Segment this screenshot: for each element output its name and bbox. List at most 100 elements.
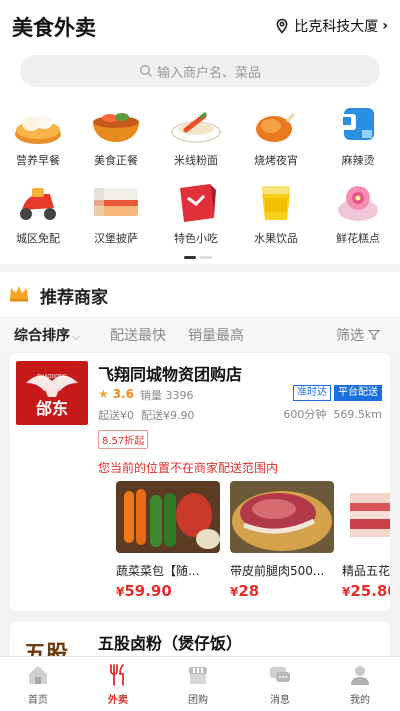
sort-fastest-delivery[interactable]: 配送最快 xyxy=(110,325,166,345)
category-label: 营养早餐 xyxy=(16,154,60,167)
recommend-title: 推荐商家 xyxy=(40,288,108,308)
crown-icon xyxy=(10,286,28,302)
shop-sales: 销量 3396 xyxy=(140,389,194,402)
category-label: 烧烤夜宵 xyxy=(254,154,298,167)
page-dot-active xyxy=(184,256,196,259)
store-icon xyxy=(189,667,207,684)
breakfast-icon xyxy=(15,115,61,144)
star-icon: ★ xyxy=(98,387,109,401)
sort-top-sales[interactable]: 销量最高 xyxy=(188,325,244,345)
utensils-icon xyxy=(110,664,124,686)
sort-label: 综合排序 xyxy=(14,328,70,344)
location-label: 比克科技大厦 xyxy=(294,19,379,35)
discount-badge: 8.57折起 xyxy=(98,430,149,449)
shop-badges: 准时达 平台配送 xyxy=(293,385,382,401)
product-image xyxy=(230,481,334,553)
gift-snack-icon xyxy=(180,184,216,222)
tab-group-buy[interactable]: 团购 xyxy=(168,663,228,706)
shop-delivery-time-distance: 600分钟 569.5km xyxy=(283,408,382,421)
category-drinks[interactable]: 水果饮品 xyxy=(238,178,314,250)
tab-home[interactable]: 首页 xyxy=(8,663,68,706)
spicy-pot-icon xyxy=(340,108,374,140)
bottom-tab-bar: 首页 外卖 团购 消息 我的 xyxy=(0,656,400,711)
category-malatang[interactable]: 麻辣烫 xyxy=(320,100,396,172)
badge-platform-delivery: 平台配送 xyxy=(334,385,382,401)
funnel-icon xyxy=(368,329,381,341)
category-grid: 营养早餐 美食正餐 米线粉面 烧烤夜宵 麻辣烫 城区免配 汉堡披萨 特色小吃 水… xyxy=(0,96,400,264)
category-label: 水果饮品 xyxy=(254,232,298,245)
shop-rating: ★ 3.6 xyxy=(98,387,134,401)
tab-label: 首页 xyxy=(28,695,48,706)
price-value: 59.90 xyxy=(124,582,172,600)
noodles-icon xyxy=(171,111,221,143)
category-noodles[interactable]: 米线粉面 xyxy=(158,100,234,172)
filter-bar: 综合排序 ⌵ 配送最快 销量最高 筛选 xyxy=(0,316,400,352)
shop-name: 五股卤粉（煲仔饭） xyxy=(98,634,243,653)
chevron-down-icon: ⌵ xyxy=(72,332,80,343)
drink-cup-icon xyxy=(262,186,290,220)
category-burger[interactable]: 汉堡披萨 xyxy=(78,178,154,250)
category-bbq[interactable]: 烧烤夜宵 xyxy=(238,100,314,172)
product-price: ¥28 xyxy=(230,582,260,600)
map-pin-icon xyxy=(276,18,288,34)
header: 美食外卖 比克科技大厦 › xyxy=(0,0,400,52)
page-dot xyxy=(200,256,212,259)
price-value: 28 xyxy=(238,582,260,600)
product-name: 精品五花 xyxy=(342,564,390,578)
tab-label: 团购 xyxy=(188,695,208,706)
shop-logo: SHAODONG 邰东 xyxy=(16,361,88,425)
delivery-scooter-icon xyxy=(20,188,56,220)
tab-label: 外卖 xyxy=(108,695,128,706)
category-label: 鲜花糕点 xyxy=(336,232,380,245)
tab-takeout[interactable]: 外卖 xyxy=(88,663,148,706)
product-name: 蔬菜菜包【随... xyxy=(116,564,200,578)
page-title: 美食外卖 xyxy=(12,16,96,40)
product-item[interactable]: 蔬菜菜包【随... ¥59.90 xyxy=(116,481,220,600)
shop-name: 飞翔同城物资团购店 xyxy=(98,365,243,384)
message-icon xyxy=(270,667,290,682)
category-label: 米线粉面 xyxy=(174,154,218,167)
category-breakfast[interactable]: 营养早餐 xyxy=(0,100,76,172)
category-label: 麻辣烫 xyxy=(341,154,375,167)
product-price: ¥59.90 xyxy=(116,582,172,600)
tab-label: 我的 xyxy=(350,695,370,706)
location-selector[interactable]: 比克科技大厦 › xyxy=(274,16,388,36)
out-of-range-notice: 您当前的位置不在商家配送范围内 xyxy=(98,461,279,475)
price-value: 25.80 xyxy=(350,582,390,600)
shop-card[interactable]: SHAODONG 邰东 飞翔同城物资团购店 ★ 3.6 销量 3396 准时达 平… xyxy=(10,353,390,611)
category-meal[interactable]: 美食正餐 xyxy=(78,100,154,172)
rating-value: 3.6 xyxy=(112,387,135,401)
search-area: 输入商户名、菜品 xyxy=(0,52,400,96)
category-label: 城区免配 xyxy=(16,232,60,245)
shop-fees: 起送¥0 配送¥9.90 xyxy=(98,409,195,422)
logo-subtext: SHAODONG xyxy=(37,374,67,380)
burger-icon xyxy=(94,188,138,216)
category-flower-cake[interactable]: 鲜花糕点 xyxy=(320,178,396,250)
product-image xyxy=(342,481,390,553)
search-input[interactable]: 输入商户名、菜品 xyxy=(20,55,380,87)
product-name: 带皮前腿肉500... xyxy=(230,564,325,578)
recommend-section-header: 推荐商家 xyxy=(0,272,400,316)
home-icon xyxy=(29,666,47,684)
product-image xyxy=(116,481,220,553)
tab-profile[interactable]: 我的 xyxy=(330,663,390,706)
meal-bowl-icon xyxy=(93,113,139,142)
filter-button[interactable]: 筛选 xyxy=(336,325,381,345)
product-item[interactable]: 带皮前腿肉500... ¥28 xyxy=(230,481,334,600)
search-placeholder: 输入商户名、菜品 xyxy=(156,65,261,81)
tab-label: 消息 xyxy=(270,695,290,706)
category-label: 汉堡披萨 xyxy=(94,232,138,245)
product-price: ¥25.80 xyxy=(342,582,390,600)
badge-on-time: 准时达 xyxy=(293,385,331,401)
logo-text: 邰东 xyxy=(35,399,68,418)
product-item[interactable]: 精品五花 ¥25.80 xyxy=(342,481,390,600)
sort-dropdown[interactable]: 综合排序 ⌵ xyxy=(14,325,80,345)
category-label: 美食正餐 xyxy=(94,154,138,167)
user-icon xyxy=(351,666,369,685)
search-icon xyxy=(139,64,153,78)
category-free-delivery[interactable]: 城区免配 xyxy=(0,178,76,250)
chevron-right-icon: › xyxy=(382,18,388,34)
page-indicator xyxy=(184,256,212,259)
category-snacks[interactable]: 特色小吃 xyxy=(158,178,234,250)
tab-messages[interactable]: 消息 xyxy=(250,663,310,706)
